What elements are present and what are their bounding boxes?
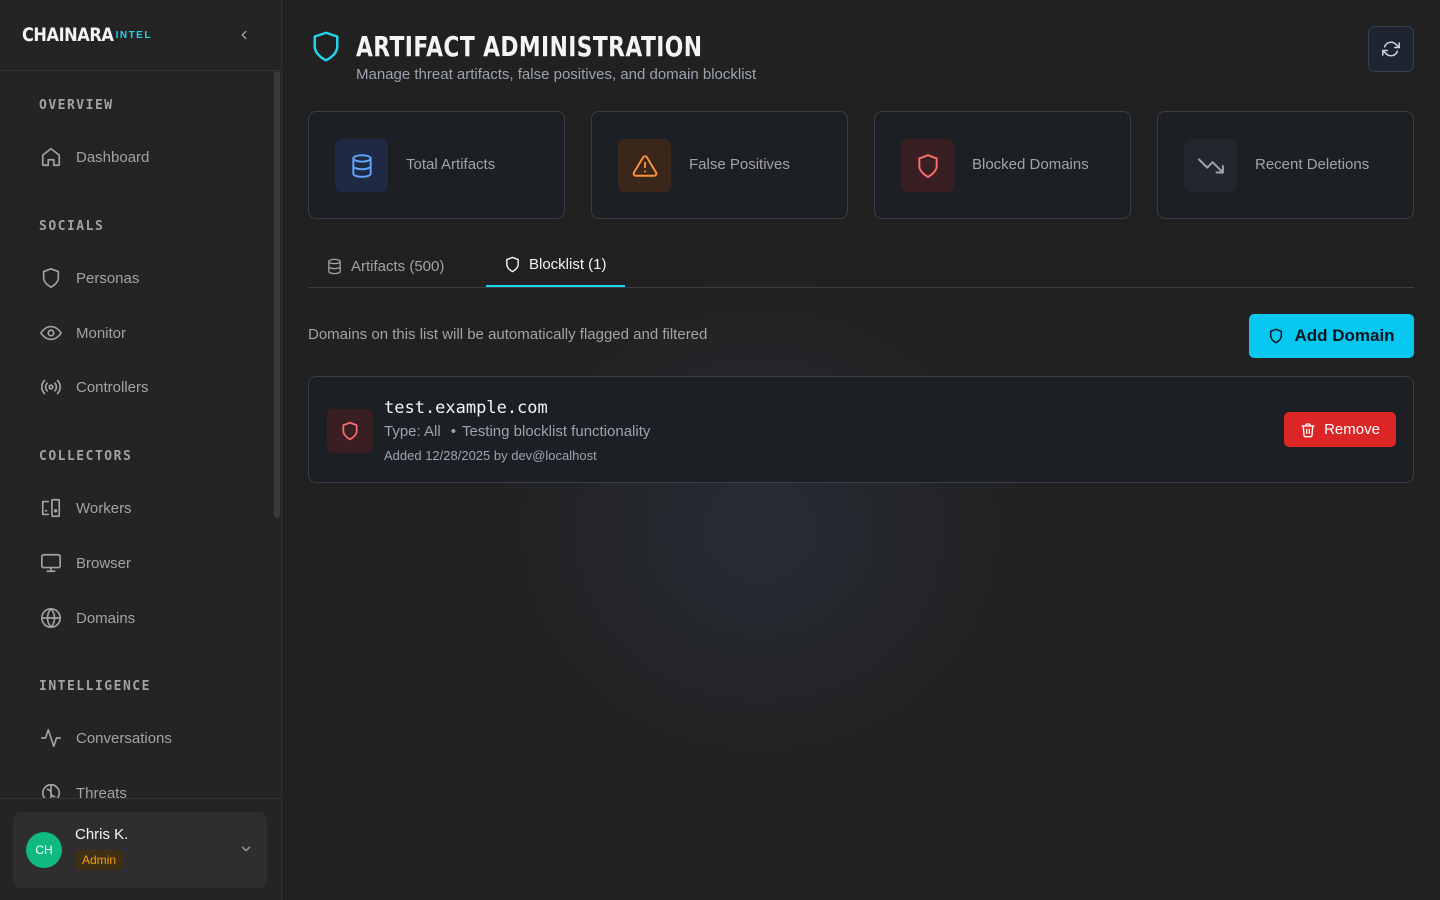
globe-icon <box>41 608 61 628</box>
section-title-socials: SOCIALS <box>39 219 105 234</box>
separator-dot: • <box>450 423 456 440</box>
remove-label: Remove <box>1324 421 1380 438</box>
stat-icon-box <box>335 139 388 192</box>
tab-label: Blocklist (1) <box>529 256 607 273</box>
database-icon <box>351 153 372 178</box>
chevron-down-icon <box>241 846 251 852</box>
entry-type: Type: All <box>384 423 441 440</box>
sidebar-item-label: Threats <box>76 784 127 799</box>
add-domain-label: Add Domain <box>1294 326 1395 345</box>
sidebar-item-domains[interactable]: Domains <box>40 606 135 630</box>
sidebar-item-browser[interactable]: Browser <box>40 551 131 575</box>
sidebar-footer: CH Chris K. Admin <box>0 798 282 900</box>
section-title-overview: OVERVIEW <box>39 98 114 113</box>
refresh-button[interactable] <box>1368 26 1414 72</box>
brain-icon <box>41 783 61 798</box>
entry-meta: Type: All • Testing blocklist functionalit… <box>384 423 650 440</box>
brand-subtitle: INTEL <box>115 29 152 41</box>
user-menu[interactable]: CH Chris K. Admin <box>13 812 267 888</box>
sidebar-item-label: Browser <box>76 554 132 572</box>
shield-icon <box>1270 328 1283 344</box>
home-icon <box>41 147 61 167</box>
background-glow <box>480 270 1040 790</box>
sidebar-item-workers[interactable]: Workers <box>40 496 132 520</box>
sidebar-item-label: Domains <box>76 609 136 627</box>
add-domain-button[interactable]: Add Domain <box>1249 314 1414 358</box>
sidebar-item-monitor[interactable]: Monitor <box>40 321 126 345</box>
section-title-collectors: COLLECTORS <box>39 449 133 464</box>
devices-icon <box>41 498 61 518</box>
sidebar-item-label: Personas <box>76 269 140 287</box>
stat-icon-box <box>618 139 671 192</box>
user-name: Chris K. <box>75 826 129 843</box>
monitor-icon <box>41 553 61 573</box>
brand-logo[interactable]: CHAINARA <box>22 24 114 46</box>
activity-icon <box>41 728 61 748</box>
sidebar-nav: OVERVIEW Dashboard SOCIALS Personas Moni… <box>0 71 282 798</box>
sidebar-item-label: Conversations <box>76 729 172 747</box>
sidebar-item-controllers[interactable]: Controllers <box>40 375 149 399</box>
warning-icon <box>632 154 657 177</box>
shield-icon <box>917 153 938 178</box>
sidebar-item-personas[interactable]: Personas <box>40 266 139 290</box>
stat-label: Recent Deletions <box>1255 156 1370 173</box>
section-title-intelligence: INTELLIGENCE <box>39 679 151 694</box>
stat-card-blocked-domains: Blocked Domains <box>874 111 1131 219</box>
stat-icon-box <box>901 139 954 192</box>
shield-icon <box>342 421 358 441</box>
eye-icon <box>40 325 62 341</box>
refresh-icon <box>1382 41 1400 57</box>
sidebar-item-label: Controllers <box>76 378 149 396</box>
tab-artifacts[interactable]: Artifacts (500) <box>308 244 462 288</box>
stat-card-false-positives: False Positives <box>591 111 848 219</box>
shield-icon <box>313 31 339 62</box>
page-title: ARTIFACT ADMINISTRATION <box>356 30 703 63</box>
database-icon <box>328 258 341 274</box>
collapse-sidebar-button[interactable] <box>233 24 255 46</box>
sidebar-item-label: Dashboard <box>76 148 150 166</box>
tab-blocklist[interactable]: Blocklist (1) <box>486 244 625 287</box>
shield-icon <box>506 256 519 273</box>
blocklist-entry: test.example.com Type: All • Testing block… <box>308 376 1414 483</box>
entry-domain: test.example.com <box>384 398 548 418</box>
sidebar-item-conversations[interactable]: Conversations <box>40 726 172 750</box>
sidebar-item-label: Workers <box>76 499 132 517</box>
tab-label: Artifacts (500) <box>351 257 445 275</box>
stat-card-recent-deletions: Recent Deletions <box>1157 111 1414 219</box>
tab-bar: Artifacts (500) Blocklist (1) <box>308 244 1414 288</box>
entry-added: Added 12/28/2025 by dev@localhost <box>384 448 597 463</box>
sidebar-item-label: Monitor <box>76 324 127 342</box>
stat-card-total-artifacts: Total Artifacts <box>308 111 565 219</box>
chevron-left-icon <box>241 30 247 40</box>
stat-label: Total Artifacts <box>406 156 496 173</box>
page-subtitle: Manage threat artifacts, false positives… <box>356 66 757 83</box>
blocklist-description: Domains on this list will be automatical… <box>308 326 708 343</box>
sidebar-scrollbar[interactable] <box>274 71 280 518</box>
sidebar: CHAINARA INTEL OVERVIEW Dashboard SOCIAL… <box>0 0 282 900</box>
shield-icon <box>42 268 60 288</box>
sidebar-item-dashboard[interactable]: Dashboard <box>40 145 149 169</box>
avatar: CH <box>26 832 62 868</box>
stat-label: False Positives <box>689 156 790 173</box>
entry-icon-box <box>327 409 373 453</box>
sidebar-header: CHAINARA INTEL <box>0 0 281 71</box>
role-badge: Admin <box>75 850 124 870</box>
remove-button[interactable]: Remove <box>1284 412 1396 447</box>
entry-reason: Testing blocklist functionality <box>461 423 651 440</box>
radio-icon <box>40 379 62 395</box>
trash-icon <box>1301 422 1315 437</box>
stat-icon-box <box>1184 139 1237 192</box>
trending-down-icon <box>1197 158 1224 173</box>
sidebar-item-threats[interactable]: Threats <box>40 781 127 798</box>
stat-label: Blocked Domains <box>972 156 1089 173</box>
